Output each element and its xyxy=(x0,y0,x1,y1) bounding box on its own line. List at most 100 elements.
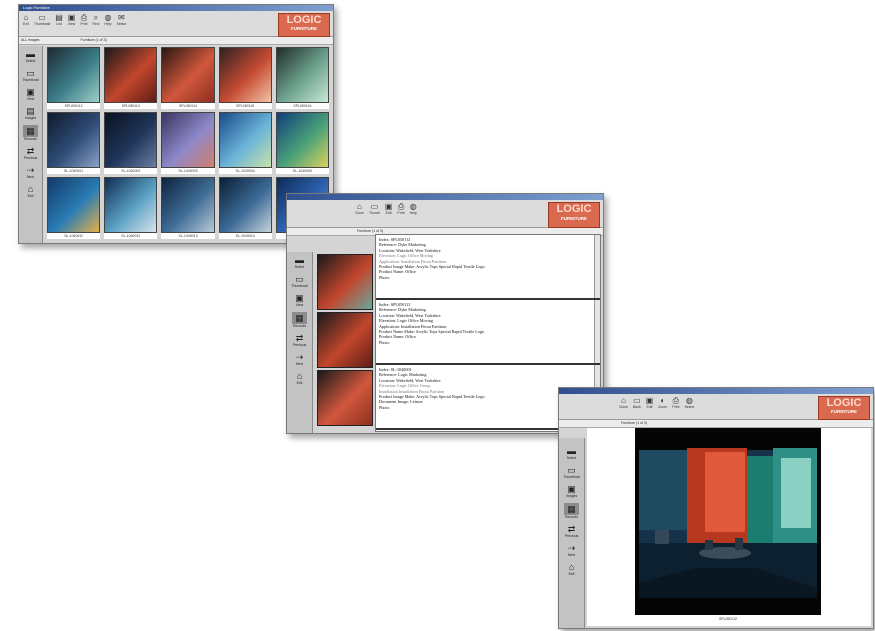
thumbnail-cell[interactable]: SL-1040013 xyxy=(161,177,215,239)
record-thumbnail[interactable] xyxy=(317,254,373,310)
record-scrollbar[interactable] xyxy=(594,300,600,363)
main-photo[interactable] xyxy=(635,428,821,615)
thumbnail-cell[interactable]: SL-1040003 xyxy=(161,112,215,174)
win3-side-icon: ▬ xyxy=(566,446,576,456)
win1-side-icon: ⇢ xyxy=(26,165,35,175)
win3-tool-button[interactable]: ▭ Back xyxy=(633,396,641,409)
win1-tool-button[interactable]: ⎙ Print xyxy=(80,13,87,26)
win2-side-icon: ▭ xyxy=(295,274,304,284)
win3-side-item[interactable]: ▭ Thumbnail xyxy=(563,465,579,479)
win2-tool-button[interactable]: ⌂ Close xyxy=(355,202,364,215)
win2-side-icon: ⇄ xyxy=(295,333,304,343)
win2-side-item[interactable]: ⌂ Exit xyxy=(297,371,303,385)
thumbnail-image[interactable] xyxy=(161,112,215,168)
win1-side-item[interactable]: ▤ Images xyxy=(25,106,36,120)
win3-tool-icon: ◍ xyxy=(685,396,693,405)
win3-side-label: Thumbnail xyxy=(563,475,580,479)
thumbnail-cell[interactable]: SL-1040011 xyxy=(47,177,101,239)
win3-tool-icon: ⌂ xyxy=(621,396,626,405)
win1-side-item[interactable]: ▬ Select xyxy=(26,49,36,63)
thumbnail-caption: SL-1040013 xyxy=(161,233,215,239)
win1-side-item[interactable]: ▦ Records xyxy=(23,125,38,141)
win1-side-icon: ▭ xyxy=(26,68,35,78)
win1-side-label: Thumbnail xyxy=(22,78,39,82)
list-window: ⌂ Close ▭ Thumb ▣ Edit ⎙ Print ◍ Help LOGIC FURNI… xyxy=(286,193,604,434)
win1-tool-button[interactable]: ✉ Select xyxy=(117,13,127,26)
win1-side-label: Exit xyxy=(27,194,34,198)
thumbnail-image[interactable] xyxy=(104,47,158,103)
thumbnail-image[interactable] xyxy=(47,112,101,168)
win1-side-item[interactable]: ⇢ Next xyxy=(27,165,35,179)
win1-side-item[interactable]: ▭ Thumbnail xyxy=(22,68,38,82)
thumbnail-image[interactable] xyxy=(104,177,158,233)
thumbnail-caption: SL-1040012 xyxy=(104,233,158,239)
thumbnail-cell[interactable]: SPL050115 xyxy=(218,47,272,109)
record-scrollbar[interactable] xyxy=(594,235,600,298)
win3-tool-button[interactable]: ⌂ Close xyxy=(619,396,628,409)
record-thumbnail[interactable] xyxy=(317,312,373,368)
thumbnail-image[interactable] xyxy=(275,47,329,103)
win2-tool-button[interactable]: ▭ Thumb xyxy=(369,202,380,215)
win3-side-item[interactable]: ▬ Select xyxy=(567,446,577,460)
win3-tool-button[interactable]: ◐ Zoom xyxy=(658,396,667,409)
thumbnail-caption: SL-1040001 xyxy=(47,168,101,174)
win2-tool-button[interactable]: ⎙ Print xyxy=(397,202,404,215)
image-viewer: SPL050112 xyxy=(587,428,871,626)
thumbnail-cell[interactable]: SL-1040014 xyxy=(218,177,272,239)
thumbnail-image[interactable] xyxy=(218,177,272,233)
record-entry[interactable]: Index: SPL050112 Reference: Dyke Marketin… xyxy=(376,235,600,300)
thumbnail-cell[interactable]: SL-1040001 xyxy=(47,112,101,174)
thumbnail-image[interactable] xyxy=(47,177,101,233)
record-thumbnail[interactable] xyxy=(317,370,373,426)
thumbnail-image[interactable] xyxy=(275,112,329,168)
toolbar: ⌂ Exit ▭ Thumbnail ▤ List ▣ View ⎙ Print ⌕ Find ◍ Hel… xyxy=(19,11,333,37)
strip-label: Furniture (1 of 3) xyxy=(357,229,384,233)
win3-tool-button[interactable]: ◍ Select xyxy=(684,396,694,409)
thumbnail-cell[interactable]: SL-1040005 xyxy=(275,112,329,174)
win3-tool-button[interactable]: ▣ Edit xyxy=(646,396,654,409)
thumbnail-cell[interactable]: SPL050112 xyxy=(47,47,101,109)
win2-side-item[interactable]: ⇄ Previous xyxy=(293,333,307,347)
win1-tool-button[interactable]: ⌂ Exit xyxy=(23,13,29,26)
win1-tool-button[interactable]: ▣ View xyxy=(68,13,76,26)
win3-side-label: Images xyxy=(565,494,578,498)
thumbnail-image[interactable] xyxy=(218,47,272,103)
thumbnail-cell[interactable]: SPL050114 xyxy=(161,47,215,109)
win2-side-label: View xyxy=(295,303,304,307)
win1-tool-icon: ⌂ xyxy=(23,13,29,22)
win2-tool-button[interactable]: ▣ Edit xyxy=(385,202,393,215)
win2-side-item[interactable]: ▣ View xyxy=(295,293,304,307)
win1-side-item[interactable]: ⌂ Exit xyxy=(28,184,34,198)
thumbnail-image[interactable] xyxy=(218,112,272,168)
win2-side-item[interactable]: ▦ Records xyxy=(292,312,307,328)
win1-side-item[interactable]: ⇄ Previous xyxy=(24,146,38,160)
thumbnail-cell[interactable]: SL-1040002 xyxy=(104,112,158,174)
win1-tool-button[interactable]: ▤ List xyxy=(55,13,63,26)
win2-side-item[interactable]: ▭ Thumbnail xyxy=(291,274,307,288)
thumbnail-cell[interactable]: SPL050116 xyxy=(275,47,329,109)
win1-side-item[interactable]: ▣ View xyxy=(26,87,35,101)
win3-side-item[interactable]: ⌂ Exit xyxy=(569,562,575,576)
win1-tool-button[interactable]: ⌕ Find xyxy=(93,13,100,26)
thumbnail-image[interactable] xyxy=(47,47,101,103)
win2-side-item[interactable]: ▬ Select xyxy=(295,255,305,269)
win3-side-item[interactable]: ▣ Images xyxy=(566,484,577,498)
record-entry[interactable]: Index: SPL050113 Reference: Dyke Marketin… xyxy=(376,300,600,365)
thumbnail-image[interactable] xyxy=(161,177,215,233)
win1-tool-button[interactable]: ◍ Help xyxy=(104,13,111,26)
win3-side-item[interactable]: ▦ Records xyxy=(564,503,579,519)
win2-tool-button[interactable]: ◍ Help xyxy=(410,202,417,215)
win3-tool-icon: ▣ xyxy=(645,396,654,405)
win3-tool-button[interactable]: ⎙ Print xyxy=(672,396,679,409)
win2-side-item[interactable]: ⇢ Next xyxy=(296,352,304,366)
win3-side-item[interactable]: ⇢ Next xyxy=(568,543,576,557)
thumbnail-cell[interactable]: SL-1040012 xyxy=(104,177,158,239)
thumbnail-cell[interactable]: SPL050113 xyxy=(104,47,158,109)
win3-side-icon: ▭ xyxy=(567,465,576,475)
win1-side-icon: ▤ xyxy=(26,106,35,116)
win3-side-item[interactable]: ⇄ Previous xyxy=(565,524,579,538)
thumbnail-image[interactable] xyxy=(104,112,158,168)
win1-tool-button[interactable]: ▭ Thumbnail xyxy=(34,13,50,26)
thumbnail-image[interactable] xyxy=(161,47,215,103)
thumbnail-cell[interactable]: SL-1040004 xyxy=(218,112,272,174)
